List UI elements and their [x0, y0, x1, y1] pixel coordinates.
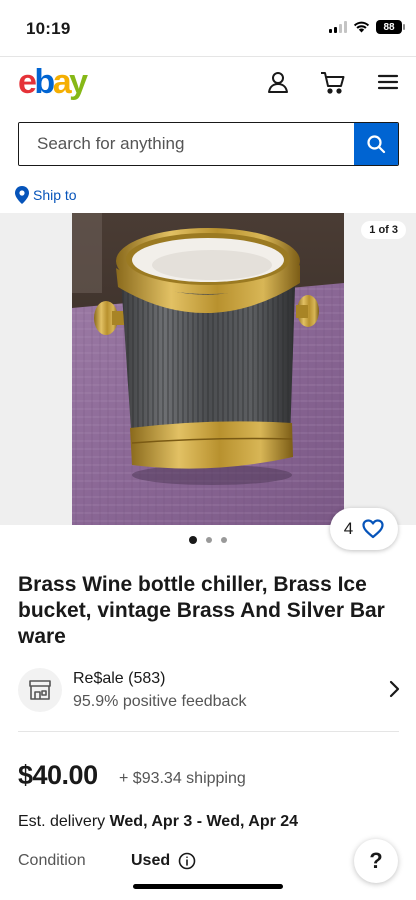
status-time: 10:19 [26, 19, 71, 38]
search-button[interactable] [354, 123, 398, 165]
status-bar: 10:19 88 [0, 0, 416, 56]
seller-feedback: 95.9% positive feedback [73, 693, 247, 710]
seller-card[interactable]: Re$ale (583) 95.9% positive feedback [18, 666, 404, 716]
ship-to-label: Ship to [33, 187, 77, 203]
wifi-icon [353, 21, 370, 33]
menu-icon[interactable] [374, 68, 402, 96]
search-bar [18, 122, 399, 166]
carousel-dots[interactable] [0, 536, 416, 544]
chevron-right-icon[interactable] [388, 680, 400, 698]
user-icon[interactable] [264, 68, 292, 96]
home-indicator[interactable] [133, 884, 283, 889]
image-counter: 1 of 3 [361, 221, 406, 239]
condition-value[interactable]: Used [131, 852, 196, 870]
section-divider [18, 731, 399, 732]
delivery-dates: Wed, Apr 3 - Wed, Apr 24 [109, 813, 299, 830]
delivery-label: Est. delivery [18, 813, 106, 830]
search-icon [367, 135, 386, 154]
watch-count: 4 [343, 519, 354, 538]
seller-name[interactable]: Re$ale (583) [73, 670, 166, 688]
price: $40.00 [18, 760, 98, 790]
product-photo[interactable] [72, 213, 344, 525]
estimated-delivery: Est. delivery Wed, Apr 3 - Wed, Apr 24 [18, 813, 298, 831]
condition-text: Used [131, 852, 171, 869]
heart-icon [362, 519, 384, 539]
store-icon [18, 668, 62, 712]
shipping-cost: + $93.34 shipping [119, 770, 246, 787]
location-pin-icon [15, 186, 29, 204]
battery-icon: 88 [376, 20, 405, 34]
header-divider [0, 56, 416, 57]
cart-icon[interactable] [319, 68, 347, 96]
image-gallery[interactable]: 1 of 3 [0, 213, 416, 525]
condition-label: Condition [18, 852, 86, 869]
search-input[interactable] [19, 123, 354, 165]
carousel-dot[interactable] [206, 537, 212, 543]
ship-to-link[interactable]: Ship to [15, 186, 77, 204]
listing-title: Brass Wine bottle chiller, Brass Ice buc… [18, 573, 385, 648]
carousel-dot[interactable] [221, 537, 227, 543]
ebay-logo[interactable]: ebay [18, 62, 88, 102]
info-icon[interactable] [178, 852, 196, 870]
carousel-dot[interactable] [189, 536, 197, 544]
help-button[interactable]: ? [354, 839, 398, 883]
signal-icon [329, 21, 347, 33]
status-icons: 88 [329, 20, 405, 34]
